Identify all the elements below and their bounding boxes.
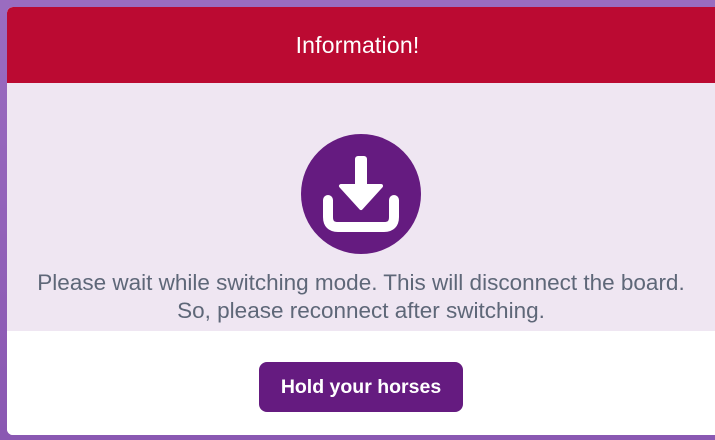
dialog-body: Please wait while switching mode. This w… — [7, 83, 715, 331]
dialog-message: Please wait while switching mode. This w… — [7, 269, 715, 325]
dialog-message-line-1: Please wait while switching mode. This w… — [37, 270, 685, 295]
download-icon — [301, 134, 421, 254]
dialog-footer: Hold your horses — [7, 331, 715, 435]
dialog-title: Information! — [295, 31, 420, 58]
hold-your-horses-button[interactable]: Hold your horses — [259, 362, 463, 412]
dialog-header: Information! — [7, 7, 715, 83]
dialog-message-line-2: So, please reconnect after switching. — [177, 298, 545, 323]
information-dialog: Information! Please wait while switching… — [7, 7, 715, 435]
